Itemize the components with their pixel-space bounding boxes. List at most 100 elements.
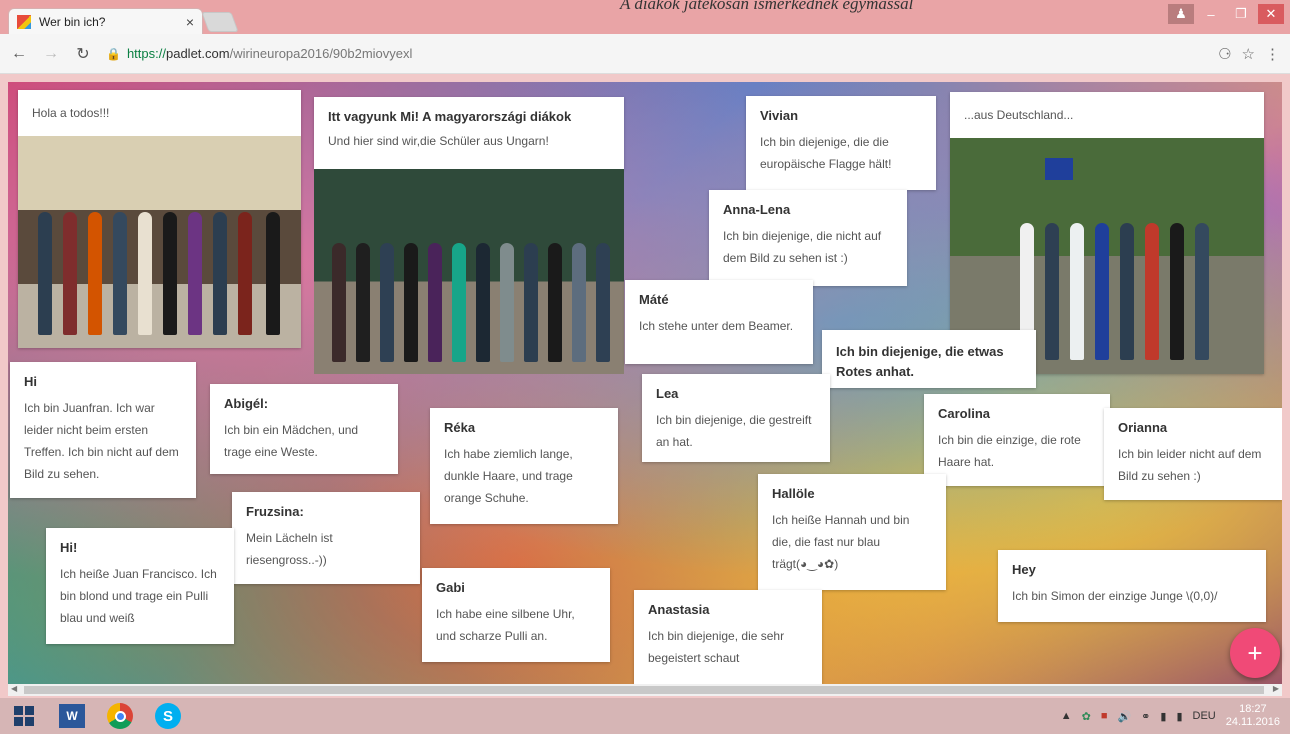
post-fruzsina[interactable]: Fruzsina: Mein Lächeln ist riesengross..… bbox=[232, 492, 420, 584]
network-icon[interactable]: ⚭ bbox=[1141, 710, 1150, 723]
tray-red-icon[interactable]: ■ bbox=[1101, 710, 1108, 722]
photo-person bbox=[1070, 222, 1084, 360]
post-title: Hallöle bbox=[772, 486, 815, 501]
window-controls: ♟ – ❐ ✕ bbox=[1168, 4, 1284, 24]
taskbar-skype[interactable]: S bbox=[144, 698, 192, 734]
post-body: Hola a todos!!! bbox=[32, 106, 110, 120]
tray-app-icon[interactable]: ✿ bbox=[1082, 710, 1091, 723]
taskbar-word[interactable]: W bbox=[48, 698, 96, 734]
close-window-button[interactable]: ✕ bbox=[1258, 4, 1284, 24]
post-itt-vagyunk[interactable]: Itt vagyunk Mi! A magyarországi diákok U… bbox=[314, 97, 624, 169]
clock-time: 18:27 bbox=[1239, 703, 1267, 715]
post-body: Ich heiße Juan Francisco. Ich bin blond … bbox=[60, 567, 217, 625]
tab-title: Wer bin ich? bbox=[39, 14, 106, 29]
page-caption: A diákok játékosan ismerkednek egymással bbox=[620, 0, 914, 13]
photo-person bbox=[88, 212, 102, 336]
photo-person bbox=[572, 242, 586, 362]
post-title: Fruzsina: bbox=[246, 504, 304, 519]
language-indicator[interactable]: DEU bbox=[1193, 710, 1216, 722]
clock[interactable]: 18:27 24.11.2016 bbox=[1226, 703, 1280, 729]
photo-person bbox=[404, 242, 418, 362]
post-body: Ich bin diejenige, die sehr begeistert s… bbox=[648, 629, 785, 665]
post-body: ...aus Deutschland... bbox=[964, 108, 1074, 122]
photo-person bbox=[428, 242, 442, 362]
post-mate[interactable]: Máté Ich stehe unter dem Beamer. bbox=[625, 280, 813, 364]
windows-taskbar: W S ▲ ✿ ■ 🔊 ⚭ ▮ ▮ DEU 18:27 24.11.2016 bbox=[0, 698, 1290, 734]
horizontal-scrollbar[interactable]: ◀ ▶ bbox=[8, 684, 1282, 696]
start-button[interactable] bbox=[0, 698, 48, 734]
post-body: Ich habe eine silbene Uhr, und scharze P… bbox=[436, 607, 575, 643]
taskbar-chrome[interactable] bbox=[96, 698, 144, 734]
post-hallole[interactable]: Hallöle Ich heiße Hannah und bin die, di… bbox=[758, 474, 946, 590]
post-body: Ich bin ein Mädchen, und trage eine West… bbox=[224, 423, 359, 459]
post-reka[interactable]: Réka Ich habe ziemlich lange, dunkle Haa… bbox=[430, 408, 618, 524]
photo-person bbox=[380, 242, 394, 362]
scroll-left-icon[interactable]: ◀ bbox=[11, 684, 17, 693]
photo-person bbox=[266, 212, 280, 336]
photo-person bbox=[596, 242, 610, 362]
back-icon[interactable]: ← bbox=[10, 45, 28, 63]
post-title: Hi! bbox=[60, 540, 78, 555]
photo-person bbox=[476, 242, 490, 362]
class-photo[interactable] bbox=[18, 136, 301, 348]
add-post-button[interactable]: + bbox=[1230, 628, 1280, 678]
post-title: Lea bbox=[656, 386, 679, 401]
photo-person bbox=[452, 242, 466, 362]
minimize-button[interactable]: – bbox=[1198, 4, 1224, 24]
clock-date: 24.11.2016 bbox=[1225, 716, 1280, 728]
post-hey[interactable]: Hey Ich bin Simon der einzige Junge \(0,… bbox=[998, 550, 1266, 622]
post-hola[interactable]: Hola a todos!!! bbox=[18, 90, 301, 348]
post-hi-juanfran[interactable]: Hi Ich bin Juanfran. Ich war leider nich… bbox=[10, 362, 196, 498]
post-carolina[interactable]: Carolina Ich bin die einzige, die rote H… bbox=[924, 394, 1110, 486]
post-title: Anna-Lena bbox=[723, 202, 791, 217]
post-hi-juan-francisco[interactable]: Hi! Ich heiße Juan Francisco. Ich bin bl… bbox=[46, 528, 234, 644]
menu-icon[interactable]: ⋮ bbox=[1265, 45, 1280, 63]
photo-person bbox=[188, 212, 202, 336]
post-title: Anastasia bbox=[648, 602, 710, 617]
post-lea[interactable]: Lea Ich bin diejenige, die gestreift an … bbox=[642, 374, 830, 462]
post-anna-lena[interactable]: Anna-Lena Ich bin diejenige, die nicht a… bbox=[709, 190, 907, 286]
photo-person bbox=[1045, 222, 1059, 360]
post-title: Itt vagyunk Mi! A magyarországi diákok bbox=[328, 109, 572, 124]
photo-person bbox=[1170, 222, 1184, 360]
post-title: Hey bbox=[1012, 562, 1036, 577]
reload-icon[interactable]: ↻ bbox=[74, 44, 92, 64]
new-tab-button[interactable] bbox=[201, 12, 239, 32]
post-title: Vivian bbox=[760, 108, 799, 123]
signal-icon[interactable]: ▮ bbox=[1176, 710, 1182, 723]
maximize-button[interactable]: ❐ bbox=[1228, 4, 1254, 24]
post-gabi[interactable]: Gabi Ich habe eine silbene Uhr, und scha… bbox=[422, 568, 610, 662]
scrollbar-thumb[interactable] bbox=[24, 686, 1264, 694]
forward-icon[interactable]: → bbox=[42, 45, 60, 63]
post-abigel[interactable]: Abigél: Ich bin ein Mädchen, und trage e… bbox=[210, 384, 398, 474]
post-anastasia[interactable]: Anastasia Ich bin diejenige, die sehr be… bbox=[634, 590, 822, 684]
volume-icon[interactable]: 🔊 bbox=[1117, 710, 1131, 723]
photo-person bbox=[1120, 222, 1134, 360]
post-body: Ich bin Simon der einzige Junge \(0,0)/ bbox=[1012, 589, 1218, 603]
photo-person bbox=[138, 212, 152, 336]
address-bar-row: ← → ↻ 🔒 https://padlet.com/wirineuropa20… bbox=[0, 34, 1290, 74]
translate-icon[interactable]: ⚆ bbox=[1218, 45, 1231, 63]
bookmark-star-icon[interactable]: ☆ bbox=[1242, 45, 1255, 63]
battery-icon[interactable]: ▮ bbox=[1160, 710, 1166, 723]
tab-close-icon[interactable]: × bbox=[186, 14, 194, 30]
hungary-class-photo[interactable] bbox=[314, 169, 624, 374]
photo-person bbox=[113, 212, 127, 336]
post-body: Ich bin diejenige, die gestreift an hat. bbox=[656, 413, 812, 449]
post-etwas-rotes[interactable]: Ich bin diejenige, die etwas Rotes anhat… bbox=[822, 330, 1036, 388]
post-orianna[interactable]: Orianna Ich bin leider nicht auf dem Bil… bbox=[1104, 408, 1282, 500]
padlet-board: Hola a todos!!! Itt vagyunk Mi! A magyar… bbox=[8, 82, 1282, 684]
toolbar-right: ⚆ ☆ ⋮ bbox=[1218, 45, 1280, 63]
profile-icon[interactable]: ♟ bbox=[1168, 4, 1194, 24]
browser-tab[interactable]: Wer bin ich? × bbox=[8, 8, 203, 34]
tray-chevron-icon[interactable]: ▲ bbox=[1061, 710, 1072, 722]
post-body: Ich stehe unter dem Beamer. bbox=[639, 319, 794, 333]
scroll-right-icon[interactable]: ▶ bbox=[1273, 684, 1279, 693]
post-title: Ich bin diejenige, die etwas Rotes anhat… bbox=[836, 344, 1004, 379]
post-body: Ich heiße Hannah und bin die, die fast n… bbox=[772, 513, 910, 571]
photo-floor bbox=[18, 284, 301, 348]
photo-person bbox=[238, 212, 252, 336]
photo-person bbox=[332, 242, 346, 362]
post-vivian[interactable]: Vivian Ich bin diejenige, die die europä… bbox=[746, 96, 936, 190]
url-field[interactable]: 🔒 https://padlet.com/wirineuropa2016/90b… bbox=[106, 46, 412, 61]
